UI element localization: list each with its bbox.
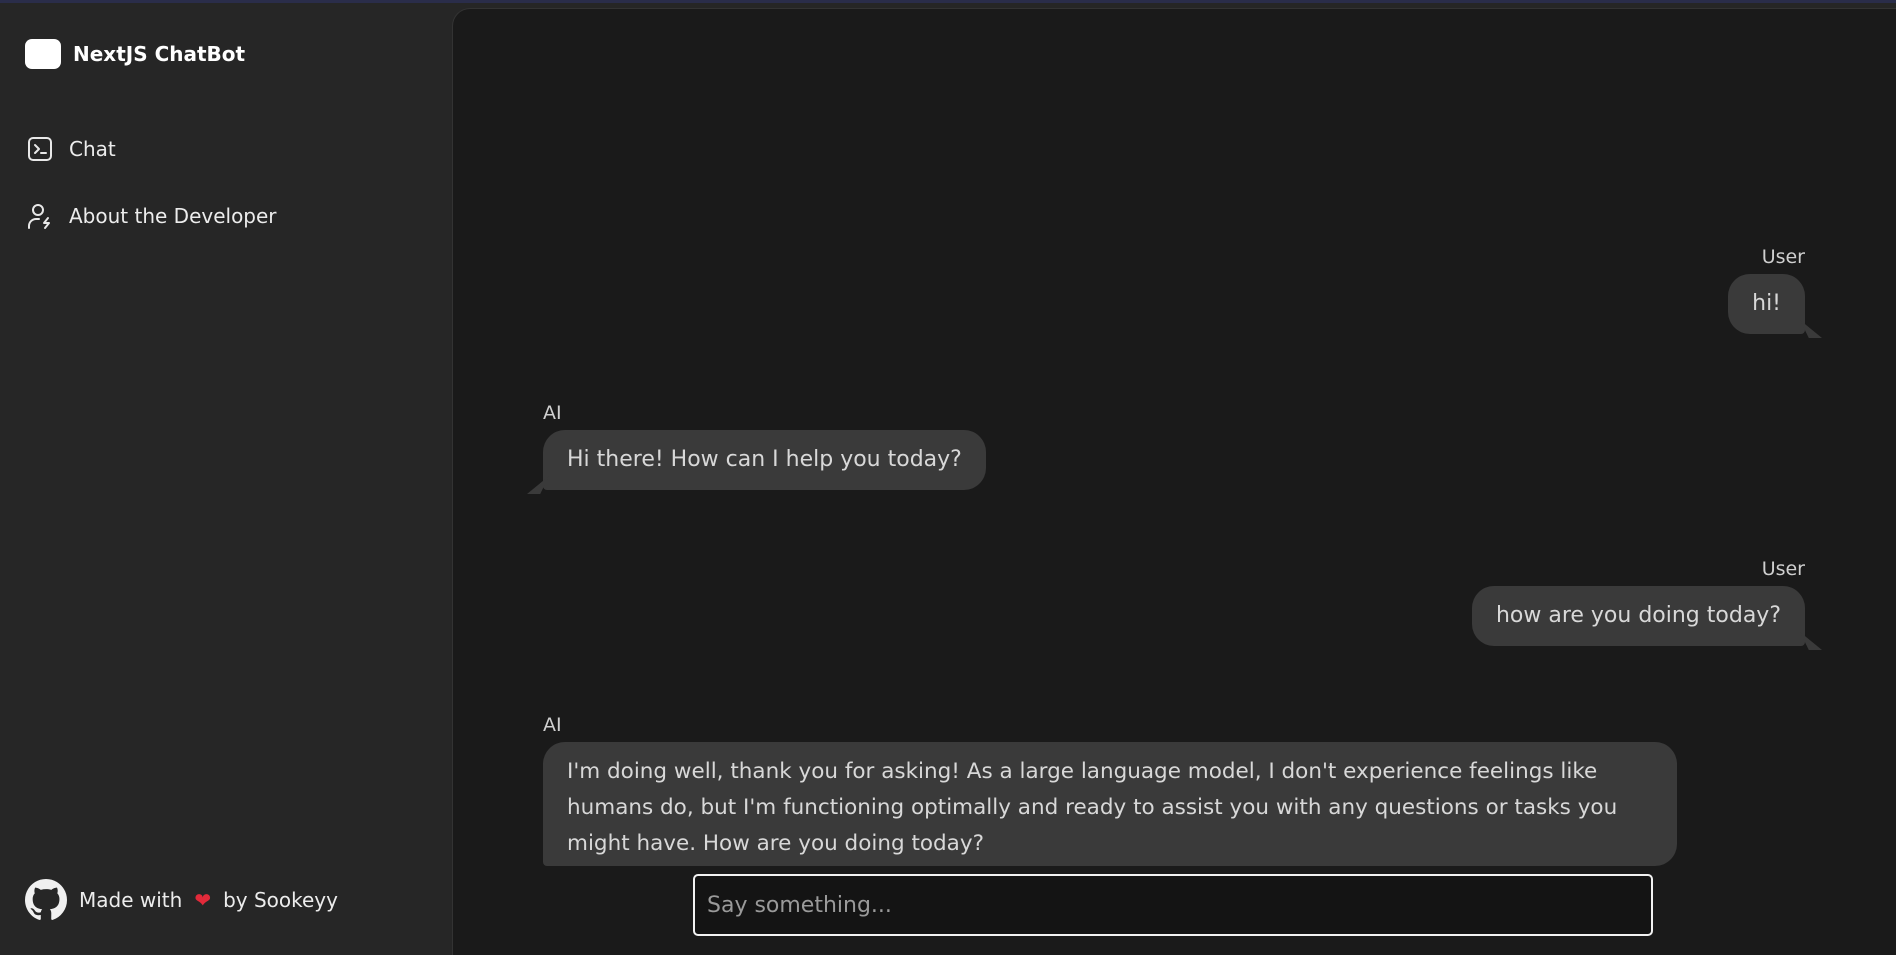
message-role-label: AI bbox=[543, 714, 562, 736]
sidebar-item-label: About the Developer bbox=[69, 204, 277, 228]
chat-panel: User hi! AI Hi there! How can I help you… bbox=[452, 8, 1896, 955]
user-bolt-icon bbox=[28, 204, 50, 229]
message-input-wrapper bbox=[693, 874, 1653, 936]
heart-icon: ❤ bbox=[194, 888, 212, 912]
message-role-label: User bbox=[1761, 246, 1805, 268]
github-icon bbox=[25, 879, 67, 920]
terminal-square-icon bbox=[28, 137, 52, 161]
sidebar-item-chat[interactable]: Chat bbox=[26, 132, 116, 166]
ai-message-bubble: I'm doing well, thank you for asking! As… bbox=[543, 742, 1677, 866]
message-role-label: AI bbox=[543, 402, 562, 424]
footer-suffix: by Sookeyy bbox=[223, 888, 338, 912]
message-role-label: User bbox=[1761, 558, 1805, 580]
app-title: NextJS ChatBot bbox=[73, 42, 246, 66]
chat-bubble-logo-icon bbox=[25, 39, 61, 69]
footer-credit[interactable]: Made with ❤ by Sookeyy bbox=[25, 878, 338, 922]
message-input[interactable] bbox=[695, 876, 1651, 934]
sidebar-item-label: Chat bbox=[69, 137, 116, 161]
brand[interactable]: NextJS ChatBot bbox=[25, 37, 245, 71]
sidebar: NextJS ChatBot Chat About the Developer … bbox=[0, 6, 452, 955]
footer-prefix: Made with bbox=[79, 888, 183, 912]
user-message-bubble: how are you doing today? bbox=[1471, 586, 1805, 646]
user-message-bubble: hi! bbox=[1728, 274, 1805, 334]
app-window: NextJS ChatBot Chat About the Developer … bbox=[0, 0, 1896, 955]
sidebar-item-about[interactable]: About the Developer bbox=[26, 199, 277, 233]
ai-message-bubble: Hi there! How can I help you today? bbox=[543, 430, 986, 490]
